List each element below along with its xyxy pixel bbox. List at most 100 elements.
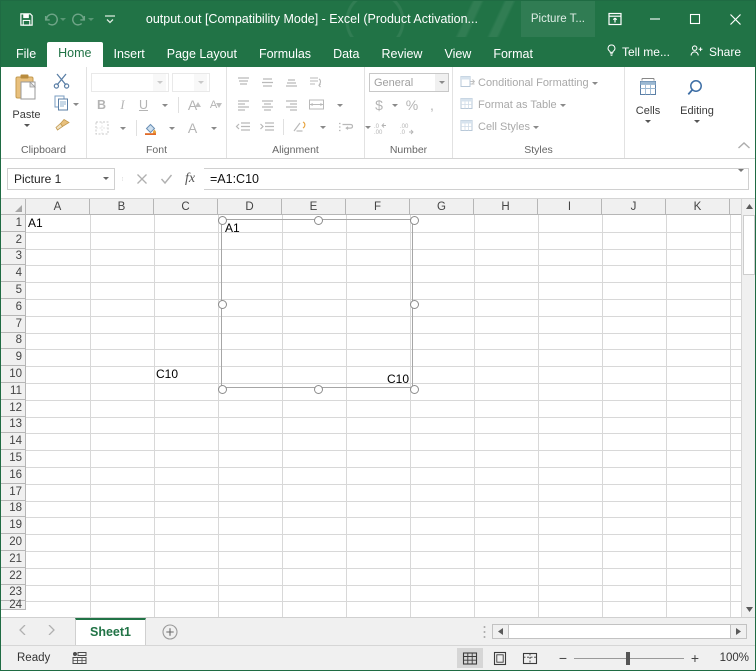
font-color-button[interactable]: A (182, 118, 203, 138)
increase-decimal-button[interactable]: .0.00 (369, 118, 393, 138)
collapse-ribbon-button[interactable] (737, 138, 751, 156)
name-box[interactable]: Picture 1 (7, 168, 115, 190)
worksheet-grid[interactable]: ABCDEFGHIJK 1234567891011121314151617181… (1, 199, 755, 617)
row-header-4[interactable]: 4 (1, 265, 26, 282)
font-name-input[interactable] (91, 73, 169, 92)
scroll-up-icon[interactable] (742, 199, 756, 214)
resize-handle-w[interactable] (218, 300, 227, 309)
cut-button[interactable] (50, 72, 82, 92)
editing-button[interactable]: Editing (675, 73, 719, 123)
redo-icon[interactable] (69, 7, 95, 31)
italic-button[interactable]: I (112, 95, 133, 115)
orientation-dropdown-icon[interactable] (312, 117, 333, 137)
row-header-18[interactable]: 18 (1, 501, 26, 518)
tab-home[interactable]: Home (47, 42, 102, 68)
orientation-button[interactable] (303, 73, 329, 93)
vertical-scrollbar[interactable] (741, 199, 755, 617)
row-header-2[interactable]: 2 (1, 232, 26, 249)
tab-split-grip[interactable] (483, 625, 486, 639)
tab-view[interactable]: View (433, 43, 482, 68)
percent-format-button[interactable]: % (401, 95, 423, 115)
cell-styles-dropdown-icon[interactable] (533, 126, 539, 129)
column-header-K[interactable]: K (666, 199, 730, 215)
accessibility-checker-icon[interactable] (72, 651, 87, 665)
font-size-dropdown-icon[interactable] (194, 74, 207, 91)
tab-insert[interactable]: Insert (103, 43, 156, 68)
copy-dropdown-icon[interactable] (73, 103, 79, 106)
row-header-16[interactable]: 16 (1, 467, 26, 484)
row-header-21[interactable]: 21 (1, 551, 26, 568)
row-header-3[interactable]: 3 (1, 249, 26, 266)
row-header-11[interactable]: 11 (1, 383, 26, 400)
minimize-button[interactable] (635, 1, 675, 37)
add-sheet-button[interactable] (162, 624, 178, 640)
bottom-align-button[interactable] (279, 73, 303, 93)
tab-data[interactable]: Data (322, 43, 370, 68)
row-header-10[interactable]: 10 (1, 366, 26, 383)
column-header-G[interactable]: G (410, 199, 474, 215)
zoom-out-button[interactable]: − (557, 650, 569, 666)
name-box-dropdown-icon[interactable] (98, 177, 114, 180)
accounting-format-button[interactable]: $ (369, 95, 389, 115)
tab-formulas[interactable]: Formulas (248, 43, 322, 68)
accounting-dropdown-icon[interactable] (389, 95, 401, 115)
row-header-12[interactable]: 12 (1, 400, 26, 417)
row-header-8[interactable]: 8 (1, 333, 26, 350)
tab-format[interactable]: Format (482, 43, 544, 68)
previous-sheet-icon[interactable] (19, 625, 26, 638)
ribbon-display-options-button[interactable] (595, 1, 635, 37)
tell-me-box[interactable]: Tell me... (598, 41, 678, 63)
cancel-formula-icon[interactable] (130, 168, 154, 190)
decrease-decimal-button[interactable]: .00.0 (395, 118, 419, 138)
tab-file[interactable]: File (5, 43, 47, 68)
row-header-5[interactable]: 5 (1, 282, 26, 299)
column-header-E[interactable]: E (282, 199, 346, 215)
column-header-F[interactable]: F (346, 199, 410, 215)
cells-dropdown-icon[interactable] (645, 120, 651, 123)
conditional-formatting-button[interactable]: Conditional Formatting (457, 73, 601, 93)
row-header-22[interactable]: 22 (1, 568, 26, 585)
picture-object[interactable]: A1C10 (221, 219, 413, 388)
row-header-6[interactable]: 6 (1, 299, 26, 316)
page-break-preview-button[interactable] (517, 648, 543, 668)
resize-handle-e[interactable] (410, 300, 419, 309)
resize-handle-s[interactable] (314, 385, 323, 394)
row-header-14[interactable]: 14 (1, 433, 26, 450)
expand-formula-bar-icon[interactable] (738, 172, 744, 186)
tab-page-layout[interactable]: Page Layout (156, 43, 248, 68)
row-header-9[interactable]: 9 (1, 349, 26, 366)
conditional-formatting-dropdown-icon[interactable] (592, 82, 598, 85)
font-name-dropdown-icon[interactable] (153, 74, 166, 91)
bold-button[interactable]: B (91, 95, 112, 115)
orientation-2-button[interactable] (288, 117, 312, 137)
normal-view-button[interactable] (457, 648, 483, 668)
format-as-table-dropdown-icon[interactable] (560, 104, 566, 107)
cell-A1[interactable]: A1 (26, 215, 43, 231)
format-as-table-button[interactable]: Format as Table (457, 95, 569, 115)
formula-input[interactable]: =A1:C10 (204, 168, 749, 190)
middle-align-button[interactable] (255, 73, 279, 93)
column-header-I[interactable]: I (538, 199, 602, 215)
sheet-tab-sheet1[interactable]: Sheet1 (75, 618, 146, 645)
column-header-H[interactable]: H (474, 199, 538, 215)
editing-dropdown-icon[interactable] (694, 120, 700, 123)
resize-handle-nw[interactable] (218, 216, 227, 225)
row-header-7[interactable]: 7 (1, 316, 26, 333)
resize-handle-sw[interactable] (218, 385, 227, 394)
row-header-13[interactable]: 13 (1, 417, 26, 434)
decrease-indent-button[interactable] (231, 117, 255, 137)
cell-area[interactable]: A1C10A1C10 (26, 215, 755, 617)
copy-button[interactable] (50, 94, 82, 114)
row-header-17[interactable]: 17 (1, 484, 26, 501)
horizontal-scroll-thumb[interactable] (508, 625, 731, 638)
enter-formula-icon[interactable] (154, 168, 178, 190)
cells-button[interactable]: Cells (629, 73, 667, 123)
top-align-button[interactable] (231, 73, 255, 93)
paste-button[interactable]: Paste (5, 71, 48, 127)
insert-function-icon[interactable]: fx (178, 168, 202, 190)
resize-handle-ne[interactable] (410, 216, 419, 225)
zoom-level-label[interactable]: 100% (709, 652, 749, 664)
scroll-right-icon[interactable] (731, 625, 746, 638)
row-header-24[interactable]: 24 (1, 601, 26, 610)
horizontal-scrollbar[interactable] (492, 624, 747, 639)
